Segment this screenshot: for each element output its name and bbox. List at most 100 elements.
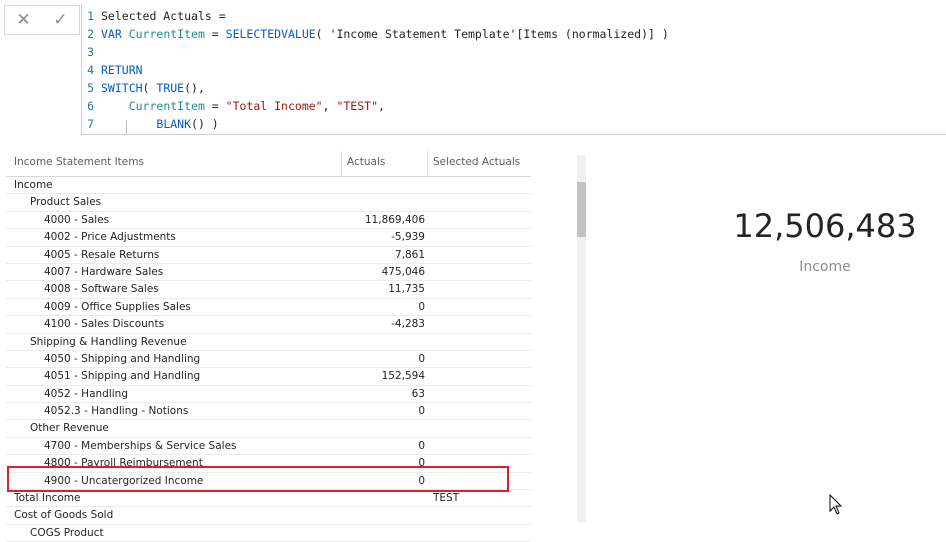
code-token: CurrentItem (128, 99, 205, 113)
actuals-cell: 152,594 (381, 370, 425, 383)
line-number: 1 (87, 9, 94, 23)
formula-actions: ✕ ✓ (4, 5, 80, 35)
table-row[interactable]: 4002 - Price Adjustments -5,939 (6, 229, 531, 247)
code-token: SELECTEDVALUE (225, 27, 316, 41)
actuals-cell: 475,046 (381, 265, 425, 278)
selected-actuals-cell: TEST (433, 492, 460, 505)
line-number: 7 (87, 117, 94, 131)
line-number: 3 (87, 45, 94, 59)
code-line[interactable]: 7 BLANK() ) (82, 115, 219, 133)
actuals-cell: 7,861 (394, 248, 425, 261)
code-token: SWITCH (101, 81, 143, 95)
actuals-cell: 0 (418, 300, 425, 313)
column-divider (427, 151, 428, 176)
highlight-box (7, 466, 509, 492)
table-row[interactable]: Product Sales (6, 194, 531, 212)
table-row[interactable]: 4008 - Software Sales 11,735 (6, 281, 531, 299)
scrollbar-thumb[interactable] (577, 182, 586, 237)
row-label: 4100 - Sales Discounts (44, 318, 165, 331)
column-header-items[interactable]: Income Statement Items (14, 156, 144, 168)
actuals-cell: 0 (418, 352, 425, 365)
actuals-cell: 0 (418, 405, 425, 418)
code-line[interactable]: 1 Selected Actuals = (82, 7, 226, 25)
code-token: , (322, 99, 337, 113)
code-line[interactable]: 3 (82, 43, 101, 61)
code-line[interactable]: 6 CurrentItem = "Total Income", "TEST", (82, 97, 385, 115)
row-label: 4052 - Handling (44, 387, 128, 400)
code-line[interactable]: 5 SWITCH( TRUE(), (82, 79, 205, 97)
code-token: ( 'Income Statement Template'[Items (nor… (315, 27, 669, 41)
actuals-cell: 11,869,406 (364, 213, 425, 226)
row-label: 4050 - Shipping and Handling (44, 352, 201, 365)
code-line[interactable]: 4 RETURN (82, 61, 143, 79)
row-label: COGS Product (30, 526, 104, 539)
code-token: "TEST" (336, 99, 378, 113)
code-token: TRUE (156, 81, 185, 95)
row-label: 4008 - Software Sales (44, 283, 159, 296)
code-token: , (378, 99, 385, 113)
table-row[interactable]: 4009 - Office Supplies Sales 0 (6, 299, 531, 317)
table-row[interactable]: Total Income TEST (6, 490, 531, 508)
column-header-selected-actuals[interactable]: Selected Actuals (433, 156, 520, 168)
row-label: 4009 - Office Supplies Sales (44, 300, 191, 313)
column-header-actuals[interactable]: Actuals (347, 156, 385, 168)
code-token: (), (184, 81, 205, 95)
close-icon[interactable]: ✕ (12, 10, 36, 30)
formula-bar: ✕ ✓ 1 Selected Actuals = 2 VAR CurrentItem … (0, 0, 946, 137)
row-label: 4000 - Sales (44, 213, 110, 226)
row-label: Shipping & Handling Revenue (30, 335, 187, 348)
row-label: Cost of Goods Sold (14, 509, 114, 522)
table-row[interactable]: 4005 - Resale Returns 7,861 (6, 247, 531, 264)
table-row[interactable]: 4000 - Sales 11,869,406 (6, 212, 531, 230)
row-label: 4005 - Resale Returns (44, 248, 160, 261)
table-row[interactable]: Shipping & Handling Revenue (6, 334, 531, 351)
line-number: 6 (87, 99, 94, 113)
row-label: 4700 - Memberships & Service Sales (44, 439, 237, 452)
code-token: = (204, 27, 226, 41)
table-row[interactable]: 4100 - Sales Discounts -4,283 (6, 316, 531, 334)
row-label: Total Income (14, 492, 81, 505)
actuals-cell: 0 (418, 439, 425, 452)
card-value: 12,506,483 (733, 207, 917, 245)
code-line[interactable]: 2 VAR CurrentItem = SELECTEDVALUE( 'Incom… (82, 25, 669, 43)
mouse-pointer-icon (829, 494, 843, 515)
row-label: Income (14, 179, 53, 191)
code-token: CurrentItem (128, 27, 205, 41)
row-label: 4007 - Hardware Sales (44, 265, 164, 278)
code-token: Selected Actuals = (101, 9, 226, 23)
table-row[interactable]: 4052.3 - Handling - Notions 0 (6, 403, 531, 421)
column-divider (341, 151, 342, 176)
code-token: "Total Income" (225, 99, 323, 113)
code-token: = (204, 99, 226, 113)
checkmark-icon[interactable]: ✓ (49, 10, 73, 30)
table-row[interactable]: Other Revenue (6, 420, 531, 438)
actuals-cell: -5,939 (391, 231, 425, 244)
row-label: Product Sales (30, 196, 102, 209)
table-row[interactable]: Cost of Goods Sold (6, 507, 531, 525)
code-token: ( (142, 81, 157, 95)
table-row[interactable]: 4051 - Shipping and Handling 152,594 (6, 368, 531, 386)
line-number: 2 (87, 27, 94, 41)
table-row[interactable]: 4052 - Handling 63 (6, 386, 531, 404)
dax-editor[interactable]: 1 Selected Actuals = 2 VAR CurrentItem = SE… (81, 4, 946, 135)
row-label: 4002 - Price Adjustments (44, 231, 176, 244)
scrollbar[interactable] (577, 155, 586, 522)
indent-guide (126, 120, 127, 134)
code-token: BLANK (156, 117, 192, 131)
table-row[interactable]: COGS Product (6, 525, 531, 542)
table-row[interactable]: 4007 - Hardware Sales 475,046 (6, 264, 531, 282)
table-row[interactable]: 4700 - Memberships & Service Sales 0 (6, 438, 531, 456)
code-token: RETURN (101, 63, 143, 77)
row-label: Other Revenue (30, 422, 109, 435)
table-header: Income Statement Items Actuals Selected … (6, 151, 531, 177)
code-token: () ) (191, 117, 219, 131)
line-number: 5 (87, 81, 94, 95)
actuals-cell: -4,283 (391, 318, 425, 331)
row-label: 4052.3 - Handling - Notions (44, 405, 189, 418)
code-token: VAR (101, 27, 129, 41)
card-label: Income (799, 259, 851, 275)
line-number: 4 (87, 63, 94, 77)
table-row[interactable]: 4050 - Shipping and Handling 0 (6, 351, 531, 369)
table-row[interactable]: Income (6, 177, 531, 195)
